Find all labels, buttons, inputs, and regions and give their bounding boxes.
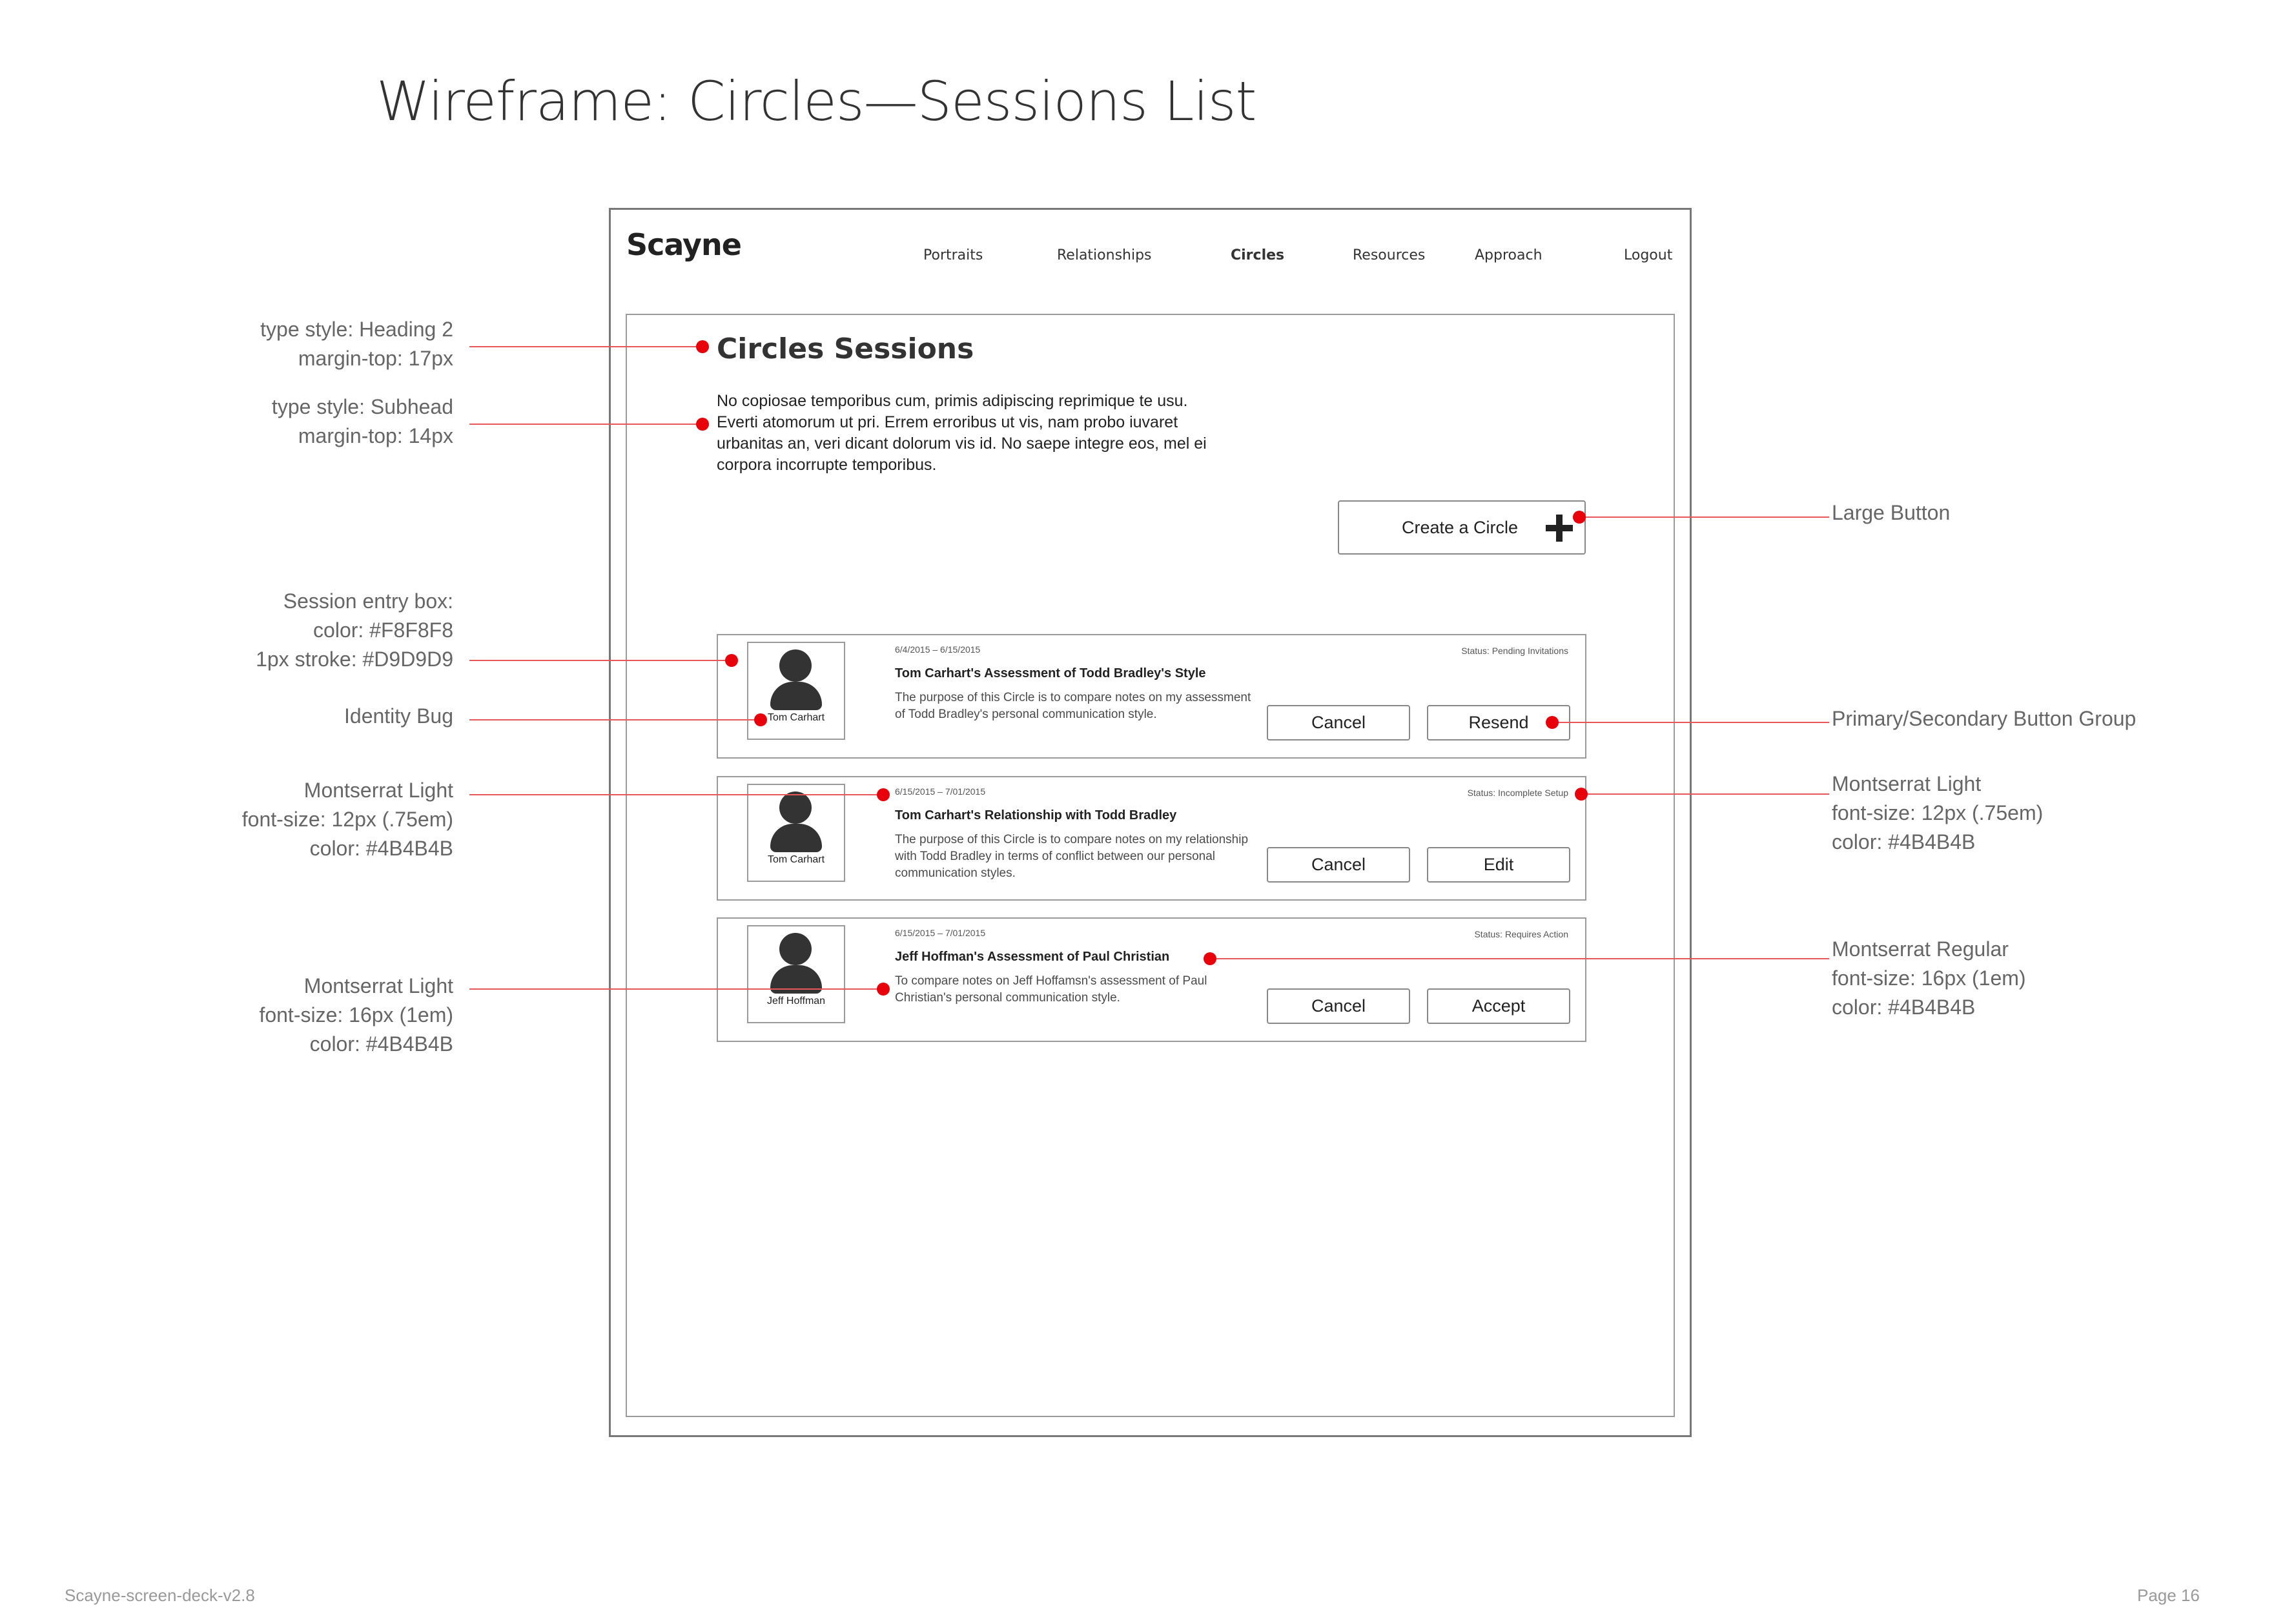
session-dates: 6/4/2015 – 6/15/2015	[895, 644, 981, 655]
session-entry: Jeff Hoffman 6/15/2015 – 7/01/2015 Statu…	[717, 917, 1586, 1042]
nav-item-approach[interactable]: Approach	[1475, 247, 1543, 263]
avatar-body	[770, 824, 822, 852]
nav-item-circles[interactable]: Circles	[1231, 247, 1284, 263]
cancel-button[interactable]: Cancel	[1267, 705, 1410, 741]
footer-page-number: Page 16	[2137, 1586, 2200, 1605]
session-title: Tom Carhart's Assessment of Todd Bradley…	[895, 666, 1206, 680]
annotation-leader	[1209, 958, 1829, 959]
edit-button[interactable]: Edit	[1427, 847, 1570, 883]
accept-button[interactable]: Accept	[1427, 988, 1570, 1024]
session-status: Status: Incomplete Setup	[1467, 788, 1568, 798]
annotation-marker	[696, 418, 709, 431]
avatar-body	[770, 682, 822, 710]
nav-item-resources[interactable]: Resources	[1353, 247, 1425, 263]
create-circle-button[interactable]: Create a Circle	[1338, 500, 1586, 555]
annotation-leader	[469, 660, 729, 661]
annotation-leader	[469, 988, 883, 990]
annotation-marker	[696, 340, 709, 353]
annotation-light-small-right: Montserrat Light font-size: 12px (.75em)…	[1832, 772, 2044, 853]
session-dates: 6/15/2015 – 7/01/2015	[895, 928, 986, 938]
session-title: Tom Carhart's Relationship with Todd Bra…	[895, 808, 1177, 822]
footer-deck-name: Scayne-screen-deck-v2.8	[65, 1586, 255, 1605]
annotation-regular-right: Montserrat Regular font-size: 16px (1em)…	[1832, 937, 2026, 1019]
annotation-subhead: type style: Subhead margin-top: 14px	[271, 395, 453, 447]
cancel-button[interactable]: Cancel	[1267, 988, 1410, 1024]
annotation-marker	[1573, 511, 1586, 524]
annotation-identity-bug: Identity Bug	[344, 704, 453, 728]
annotation-heading: type style: Heading 2 margin-top: 17px	[260, 318, 453, 370]
identity-name: Tom Carhart	[767, 854, 825, 865]
annotation-leader	[469, 346, 702, 347]
annotation-large-button: Large Button	[1832, 501, 1951, 524]
annotation-marker	[725, 654, 738, 667]
session-description: The purpose of this Circle is to compare…	[895, 833, 1249, 880]
annotation-marker	[1546, 716, 1559, 729]
avatar-icon	[779, 933, 812, 965]
nav-item-relationships[interactable]: Relationships	[1057, 247, 1152, 263]
identity-bug[interactable]: Tom Carhart	[747, 784, 845, 882]
app-logo[interactable]: Scayne	[626, 227, 742, 262]
session-dates: 6/15/2015 – 7/01/2015	[895, 786, 986, 797]
annotation-leader	[1581, 793, 1829, 795]
annotation-leader	[469, 794, 883, 795]
annotation-marker	[877, 788, 890, 801]
annotation-leader	[469, 719, 760, 720]
identity-name: Jeff Hoffman	[766, 996, 826, 1006]
create-circle-label: Create a Circle	[1402, 518, 1519, 537]
session-title: Jeff Hoffman's Assessment of Paul Christ…	[895, 950, 1170, 964]
annotation-marker	[1575, 788, 1588, 801]
annotation-marker	[1204, 952, 1216, 965]
nav-item-portraits[interactable]: Portraits	[923, 247, 983, 263]
annotation-marker	[877, 983, 890, 996]
avatar-icon	[779, 649, 812, 682]
annotation-session-box: Session entry box: color: #F8F8F8 1px st…	[256, 589, 453, 671]
annotation-light-large-left: Montserrat Light font-size: 16px (1em) c…	[259, 974, 453, 1056]
session-description: The purpose of this Circle is to compare…	[895, 691, 1251, 721]
session-status: Status: Requires Action	[1474, 929, 1568, 939]
session-description: To compare notes on Jeff Hoffamsn's asse…	[895, 974, 1207, 1005]
session-entry: Tom Carhart 6/4/2015 – 6/15/2015 Status:…	[717, 634, 1586, 759]
identity-bug[interactable]: Jeff Hoffman	[747, 925, 845, 1023]
cancel-button[interactable]: Cancel	[1267, 847, 1410, 883]
slide-title: Wireframe: Circles—Sessions List	[376, 70, 1256, 133]
plus-icon	[1546, 515, 1573, 542]
session-status: Status: Pending Invitations	[1461, 646, 1568, 656]
annotation-marker	[754, 713, 767, 726]
annotation-leader	[1579, 516, 1829, 518]
annotation-button-group: Primary/Secondary Button Group	[1832, 707, 2137, 730]
page-title: Circles Sessions	[717, 332, 974, 365]
nav-item-logout[interactable]: Logout	[1624, 247, 1672, 263]
annotation-leader	[469, 424, 702, 425]
avatar-icon	[779, 792, 812, 824]
annotation-light-small-left: Montserrat Light font-size: 12px (.75em)…	[241, 779, 453, 860]
page-intro: No copiosae temporibus cum, primis adipi…	[717, 392, 1207, 474]
annotation-leader	[1552, 722, 1829, 723]
